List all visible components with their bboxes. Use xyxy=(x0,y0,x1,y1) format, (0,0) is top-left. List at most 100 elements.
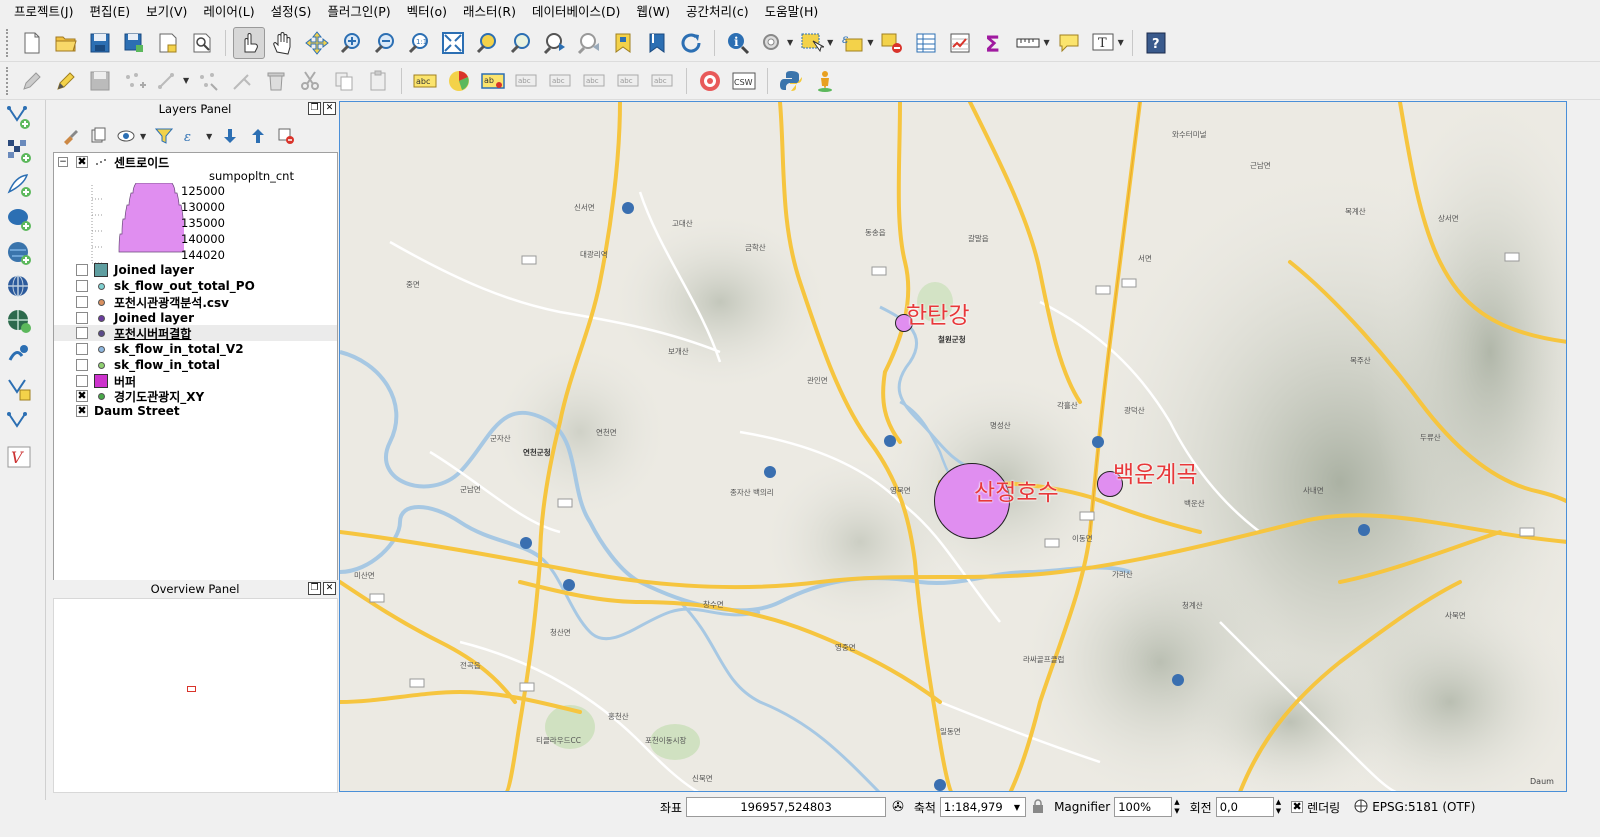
render-checkbox[interactable]: ✖ xyxy=(1291,801,1304,813)
style-manager-icon[interactable] xyxy=(58,125,82,147)
layer-checkbox[interactable]: ✖ xyxy=(76,156,88,168)
layer-checkbox[interactable]: ✖ xyxy=(76,390,88,402)
mouse-icon[interactable]: ✇ xyxy=(892,799,904,815)
zoom-out-icon[interactable] xyxy=(369,27,401,59)
layer-checkbox[interactable] xyxy=(76,327,88,339)
pan-touch-icon[interactable] xyxy=(233,26,265,59)
menu-vector[interactable]: 벡터(o) xyxy=(399,0,455,24)
crs-icon[interactable] xyxy=(1354,799,1368,816)
menu-project[interactable]: 프로젝트(J) xyxy=(6,0,81,24)
label-icon[interactable]: abc xyxy=(409,65,441,97)
layer-row-centroid[interactable]: − ✖ 센트로이드 xyxy=(58,154,169,170)
layer-checkbox[interactable] xyxy=(76,296,88,308)
node-tool-icon[interactable] xyxy=(192,65,224,97)
current-edits-icon[interactable] xyxy=(16,65,48,97)
menu-view[interactable]: 보기(V) xyxy=(138,0,195,24)
layer-row-selected[interactable]: 포천시버퍼결합 xyxy=(54,325,337,341)
new-project-icon[interactable] xyxy=(16,27,48,59)
python-console-icon[interactable] xyxy=(775,65,807,97)
select-icon[interactable] xyxy=(796,27,828,59)
chevron-down-icon[interactable]: ▼ xyxy=(140,132,146,141)
label-toolbar-icon[interactable]: abc xyxy=(647,65,679,97)
cut-features-icon[interactable] xyxy=(294,65,326,97)
menu-plugins[interactable]: 플러그인(P) xyxy=(319,0,398,24)
overview-extent-box[interactable] xyxy=(187,686,196,692)
layer-checkbox[interactable] xyxy=(76,280,88,292)
layer-checkbox[interactable]: ✖ xyxy=(76,405,88,417)
menu-raster[interactable]: 래스터(R) xyxy=(455,0,524,24)
paste-features-icon[interactable] xyxy=(362,65,394,97)
street-view-icon[interactable] xyxy=(809,65,841,97)
identify-icon[interactable]: i xyxy=(722,27,754,59)
overview-map[interactable] xyxy=(53,598,338,793)
metasearch-icon[interactable] xyxy=(694,65,726,97)
menu-database[interactable]: 데이터베이스(D) xyxy=(524,0,628,24)
chevron-down-icon[interactable]: ▼ xyxy=(1043,38,1049,47)
new-bookmark-icon[interactable] xyxy=(607,27,639,59)
chevron-down-icon[interactable]: ▼ xyxy=(183,76,189,85)
rotation-field[interactable]: 0,0 xyxy=(1215,797,1274,817)
menu-processing[interactable]: 공간처리(c) xyxy=(678,0,757,24)
filter-expression-icon[interactable]: ε xyxy=(180,125,204,147)
attribute-table-icon[interactable] xyxy=(910,27,942,59)
add-vector-layer-icon[interactable] xyxy=(0,100,40,134)
annotation-icon[interactable] xyxy=(1053,27,1085,59)
chevron-down-icon[interactable]: ▼ xyxy=(1014,803,1020,812)
add-group-icon[interactable] xyxy=(86,125,110,147)
layer-row[interactable]: ✖ Daum Street xyxy=(76,403,180,419)
layer-row[interactable]: sk_flow_in_total xyxy=(76,357,220,373)
new-shapefile-icon[interactable] xyxy=(0,372,40,406)
zoom-to-selection-icon[interactable] xyxy=(471,27,503,59)
add-wcs-layer-icon[interactable] xyxy=(0,304,40,338)
add-spatialite-layer-icon[interactable] xyxy=(0,236,40,270)
save-as-icon[interactable] xyxy=(118,27,150,59)
save-edits-icon[interactable] xyxy=(84,65,116,97)
collapse-all-icon[interactable] xyxy=(246,125,270,147)
add-postgis-layer-icon[interactable] xyxy=(0,202,40,236)
zoom-to-layer-icon[interactable] xyxy=(505,27,537,59)
float-panel-icon[interactable]: ❐ xyxy=(308,102,321,115)
chevron-down-icon[interactable]: ▼ xyxy=(787,38,793,47)
zoom-full-icon[interactable] xyxy=(437,27,469,59)
magnifier-stepper[interactable]: ▲ ▼ xyxy=(1174,798,1179,816)
add-delimited-text-icon[interactable] xyxy=(0,168,40,202)
statistics-icon[interactable]: Σ xyxy=(978,27,1010,59)
change-label-icon[interactable]: abc xyxy=(613,65,645,97)
layer-row[interactable]: ✖ 경기도관광지_XY xyxy=(76,388,204,404)
layer-row[interactable]: 포천시관광객분석.csv xyxy=(76,294,229,310)
layer-checkbox[interactable] xyxy=(76,375,88,387)
layer-checkbox[interactable] xyxy=(76,312,88,324)
add-wms-layer-icon[interactable] xyxy=(0,270,40,304)
deselect-icon[interactable] xyxy=(876,27,908,59)
chevron-down-icon[interactable]: ▼ xyxy=(206,132,212,141)
layer-row[interactable]: Joined layer xyxy=(76,262,194,278)
pan-to-selection-icon[interactable] xyxy=(301,27,333,59)
menu-edit[interactable]: 편집(E) xyxy=(81,0,138,24)
trash-icon[interactable] xyxy=(260,65,292,97)
chevron-down-icon[interactable]: ▼ xyxy=(867,38,873,47)
zoom-last-icon[interactable] xyxy=(539,27,571,59)
coordinate-field[interactable]: 196957,524803 xyxy=(686,797,887,817)
zoom-next-icon[interactable] xyxy=(573,27,605,59)
close-icon[interactable]: ✕ xyxy=(323,582,336,595)
layer-row[interactable]: sk_flow_in_total_V2 xyxy=(76,341,244,357)
field-calculator-icon[interactable] xyxy=(944,27,976,59)
measure-icon[interactable] xyxy=(1012,27,1044,59)
show-hide-labels-icon[interactable]: abc xyxy=(511,65,543,97)
remove-layer-icon[interactable] xyxy=(274,125,298,147)
select-expression-icon[interactable]: ε xyxy=(836,27,868,59)
zoom-actual-icon[interactable]: 1:1 xyxy=(403,27,435,59)
filter-legend-icon[interactable] xyxy=(152,125,176,147)
copy-features-icon[interactable] xyxy=(328,65,360,97)
toolbar-grip[interactable] xyxy=(6,28,11,57)
menu-web[interactable]: 웹(W) xyxy=(628,0,678,24)
new-print-composer-icon[interactable] xyxy=(152,27,184,59)
move-feature-icon[interactable] xyxy=(152,65,184,97)
chevron-down-icon[interactable]: ▼ xyxy=(827,38,833,47)
close-icon[interactable]: ✕ xyxy=(323,102,336,115)
layer-checkbox[interactable] xyxy=(76,343,88,355)
pan-icon[interactable] xyxy=(267,27,299,59)
text-annotation-icon[interactable]: T xyxy=(1087,27,1119,59)
add-wfs-layer-icon[interactable] xyxy=(0,338,40,372)
crs-status[interactable]: EPSG:5181 (OTF) xyxy=(1372,800,1475,814)
